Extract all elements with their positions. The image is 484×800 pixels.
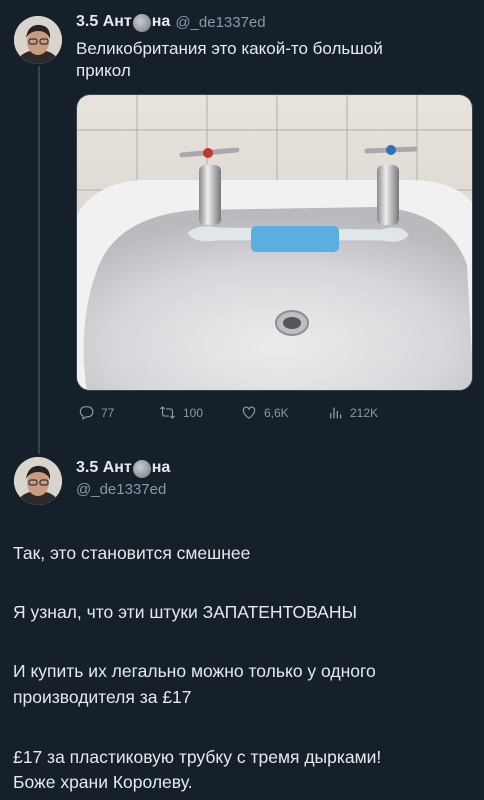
like-icon [242,406,256,419]
display-name[interactable]: 3.5 Ант [76,459,132,477]
reply-icon [79,406,94,420]
display-name[interactable]: 3.5 Ант [76,13,132,31]
like-action[interactable]: 6,6K [240,404,328,421]
tweet2-paragraph: Я узнал, что эти штуки ЗАПАТЕНТОВАНЫ [13,602,357,622]
avatar[interactable] [14,16,62,64]
reply-action[interactable]: 77 [78,404,158,421]
moon-emoji-icon [132,460,151,478]
avatar[interactable] [14,457,62,505]
display-name-suffix[interactable]: на [152,459,171,477]
tweet2-author[interactable]: 3.5 Ант на [76,459,171,478]
tweet2-paragraph: И купить их легально можно только у одно… [13,661,376,681]
retweet-icon [159,406,176,419]
tweet-photo[interactable] [76,94,473,391]
tweet2-handle-row: @_de1337ed [76,481,166,498]
tweet2-paragraph: производителя за £17 [13,687,192,707]
retweet-action[interactable]: 100 [158,404,240,421]
tweet1-text-line: прикол [76,61,131,80]
tweet1-actions: 77 100 6,6K 212K [78,404,378,421]
tweet1-text: Великобритания это какой-то большой прик… [76,38,383,82]
retweet-count: 100 [183,405,204,420]
views-icon [330,407,342,418]
sink-photo [77,95,472,390]
thread-line [38,66,40,454]
display-name-suffix[interactable]: на [152,13,171,31]
tweet2-paragraph: Боже храни Королеву. [13,772,193,792]
tweet1-text-line: Великобритания это какой-то большой [76,39,383,58]
reply-count: 77 [101,405,115,420]
tweet2-paragraph: £17 за пластиковую трубку с тремя дыркам… [13,747,382,767]
like-count: 6,6K [264,405,289,420]
views-count: 212K [350,405,379,420]
tweet1-author[interactable]: 3.5 Ант на @_de1337ed [76,13,266,32]
handle[interactable]: @_de1337ed [175,14,265,31]
views-action[interactable]: 212K [328,405,378,421]
handle[interactable]: @_de1337ed [76,481,166,498]
moon-emoji-icon [132,14,151,32]
tweet2-paragraph: Так, это становится смешнее [13,543,251,563]
